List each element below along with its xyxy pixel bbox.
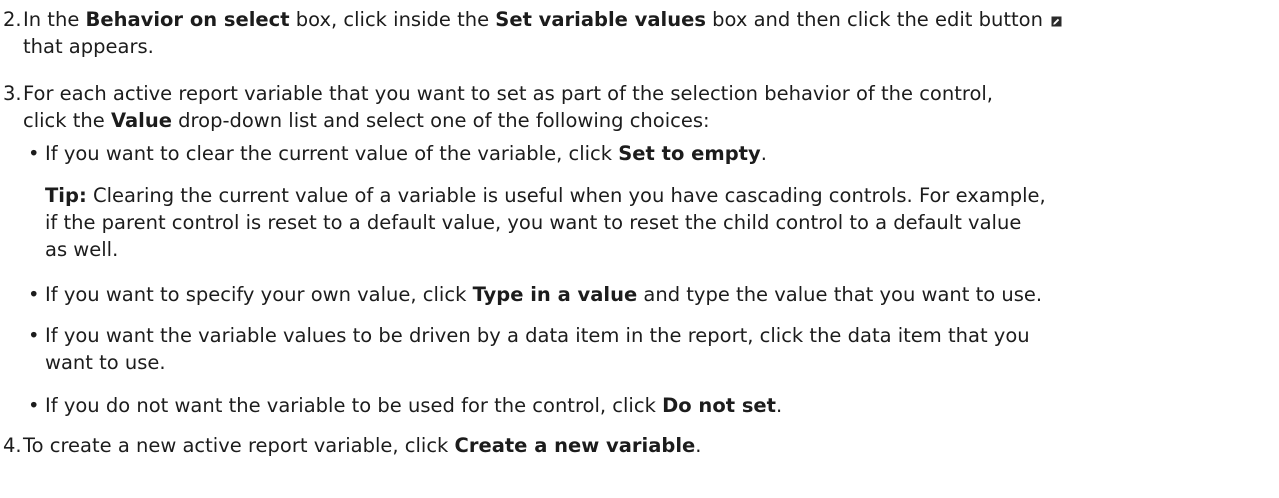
ui-term-value: Value — [110, 109, 172, 132]
ui-term-do-not-set: Do not set — [662, 394, 776, 417]
step-number: 2. — [3, 8, 22, 31]
step-text: To create a new active report variable, … — [23, 432, 1268, 459]
ui-term-set-to-empty: Set to empty — [618, 142, 761, 165]
step-line-1: In the Behavior on select box, click ins… — [23, 6, 1268, 33]
text-segment: and type the value that you want to use. — [637, 283, 1043, 306]
step-line-1: For each active report variable that you… — [23, 82, 993, 105]
text-segment: box and then click the edit button — [705, 8, 1050, 31]
list-item-text: If you do not want the variable to be us… — [45, 392, 1270, 419]
list-item-text: If you want to specify your own value, c… — [45, 281, 1270, 308]
bullet: • — [28, 142, 40, 165]
text-segment: box, click inside the — [289, 8, 496, 31]
edit-icon — [1051, 16, 1062, 27]
ui-term-set-variable-values: Set variable values — [495, 8, 706, 31]
document-page: 2. In the Behavior on select box, click … — [0, 0, 1279, 498]
text-segment: click the — [23, 109, 111, 132]
list-item-text: If you want the variable values to be dr… — [45, 322, 1270, 376]
bullet: • — [28, 283, 40, 306]
text-segment: In the — [23, 8, 86, 31]
bullet: • — [28, 394, 40, 417]
step-number: 3. — [3, 82, 22, 105]
ui-term-behavior-on-select: Behavior on select — [85, 8, 290, 31]
text-segment: . — [775, 394, 783, 417]
step-line-2: that appears. — [23, 35, 154, 58]
tip-note: Tip: Clearing the current value of a var… — [45, 182, 1270, 263]
text-segment: To create a new active report variable, … — [23, 434, 455, 457]
list-item-line-2: want to use. — [45, 351, 166, 374]
list-item-line-1: If you want the variable values to be dr… — [45, 324, 1030, 347]
text-segment: If you want to clear the current value o… — [45, 142, 619, 165]
list-item-text: If you want to clear the current value o… — [45, 140, 1270, 167]
text-segment: Clearing the current value of a variable… — [86, 184, 1046, 207]
step-text: In the Behavior on select box, click ins… — [23, 6, 1268, 60]
ui-term-type-in-a-value: Type in a value — [472, 283, 638, 306]
text-segment: drop-down list and select one of the fol… — [171, 109, 710, 132]
text-segment: If you want to specify your own value, c… — [45, 283, 473, 306]
text-segment: . — [695, 434, 702, 457]
tip-line-3: as well. — [45, 238, 119, 261]
tip-line-2: if the parent control is reset to a defa… — [45, 211, 1022, 234]
ui-term-create-a-new-variable: Create a new variable — [454, 434, 696, 457]
text-segment: . — [760, 142, 767, 165]
tip-label: Tip: — [45, 184, 87, 207]
step-line-2: click the Value drop-down list and selec… — [23, 107, 1268, 134]
tip-line-1: Tip: Clearing the current value of a var… — [45, 182, 1270, 209]
bullet: • — [28, 324, 40, 347]
step-number: 4. — [3, 434, 22, 457]
text-segment: If you do not want the variable to be us… — [45, 394, 663, 417]
step-text: For each active report variable that you… — [23, 80, 1268, 134]
